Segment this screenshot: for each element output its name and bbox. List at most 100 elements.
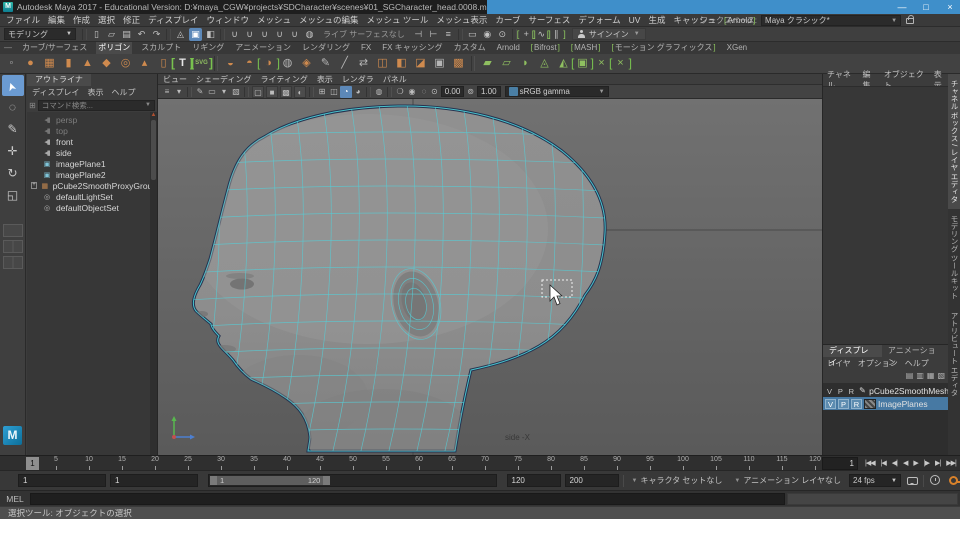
range-slider-track[interactable]: 1 120 [208,474,497,487]
xray-joints-icon[interactable]: ◕ [352,86,364,98]
outliner-item[interactable]: + defaultLightSet [27,191,157,202]
poly-svg-icon[interactable]: SVG [190,55,213,72]
outliner-scrollbar[interactable]: ▲ [150,112,157,455]
time-slider[interactable]: 1 5 10 15 20 25 30 35 40 45 50 55 60 65 70 75 80 85 90 95 1… [0,455,960,471]
shelf-tab[interactable]: Arnold [495,42,522,54]
range-slider-bar[interactable]: 1 120 [210,476,331,485]
shelf-tab[interactable]: FX [359,42,373,54]
layer-editor-tab[interactable]: アニメーション [882,345,949,367]
playback-options-icon[interactable] [905,472,919,490]
shadows-icon[interactable]: ❍ [394,86,406,98]
quad-draw-icon[interactable]: ▩ [450,55,467,72]
shelf-popup-icon[interactable]: ◦ [3,55,20,72]
current-time-field[interactable] [822,457,858,470]
panel-menu-icon[interactable]: ≡ [161,86,173,98]
sep[interactable] [387,86,392,97]
snap-grid-icon[interactable]: ∪ [228,28,241,41]
viewport-menu-item[interactable]: シェーディング [196,74,251,85]
animation-layer-dropdown[interactable]: ▼ アニメーション レイヤなし [730,474,845,487]
shelf-tab[interactable]: レンダリング [300,42,352,54]
make-live-icon[interactable]: ◍ [303,28,316,41]
step-back-frame-button[interactable]: |◀ [878,456,889,471]
sep[interactable] [457,28,463,40]
sign-in-button[interactable]: サインイン ▼ [571,28,646,40]
shelf-tab[interactable]: カスタム [452,42,488,54]
scroll-up-icon[interactable]: ▲ [150,112,157,119]
rotate-tool-icon[interactable] [2,163,24,184]
layer-move-up-icon[interactable]: ▤ [906,371,914,380]
command-input[interactable] [30,492,785,505]
outliner-item[interactable]: + defaultObjectSet [27,202,157,213]
sep[interactable] [166,28,171,40]
shelf-collapse-icon[interactable]: — [4,42,12,54]
combine-icon[interactable]: ◒ [222,55,239,72]
layer-editor-menu-item[interactable]: ヘルプ [905,358,929,369]
poly-cube-icon[interactable]: ▦ [41,55,58,72]
layer-editor-menu-item[interactable]: レイヤ [827,358,851,369]
grease-pencil-icon[interactable]: ✎ [194,86,206,98]
maximize-button[interactable]: □ [920,0,932,14]
field-chart-icon[interactable]: ◫ [328,86,340,98]
outliner-item[interactable]: + persp [27,114,157,125]
sidebar-tab[interactable]: モデリング ツールキット [948,209,960,306]
fps-dropdown[interactable]: 24 fps ▼ [849,474,901,487]
workspace-lock-icon[interactable] [906,14,915,24]
snap-view-icon[interactable]: ∪ [288,28,301,41]
layer-visible-toggle[interactable]: V [825,398,836,409]
menu-item[interactable]: ディスプレイ [148,14,198,26]
animation-end-field[interactable] [564,474,619,487]
scrollbar-thumb[interactable] [151,120,156,180]
shelf-tab[interactable]: モーション グラフィックス [610,42,718,54]
layer-reference-toggle[interactable]: R [847,386,856,396]
redo-icon[interactable]: ↷ [150,28,163,41]
layout-single-pane-button[interactable] [2,224,23,237]
menu-item[interactable]: ウィンドウ [206,14,249,26]
layer-empty-new-icon[interactable]: ▦ [927,371,935,380]
undo-icon[interactable]: ↶ [135,28,148,41]
mel-toggle-button[interactable]: MEL [0,494,30,504]
shelf-tab[interactable]: ポリゴン [96,42,133,54]
shelf-tab[interactable]: カーブ/サーフェス [20,42,89,54]
channel-box-body[interactable] [823,86,949,344]
menu-item[interactable]: サーフェス [528,14,570,26]
layer-playback-toggle[interactable]: P [838,398,849,409]
layer-row[interactable]: V P R ImagePlanes [823,397,949,410]
shelf-tab[interactable]: スカルプト [139,42,183,54]
menu-item[interactable]: ファイル [6,14,40,26]
poly-sphere-icon[interactable]: ● [22,55,39,72]
layer-swatch-icon[interactable] [858,386,867,396]
viewport-canvas[interactable]: side -X [158,99,822,455]
menu-item[interactable]: 修正 [123,14,140,26]
render-settings-icon[interactable]: ⊙ [496,28,509,41]
textured-icon[interactable]: ▩ [280,85,292,98]
subdiv-proxy-icon[interactable]: ◈ [298,55,315,72]
poly-type-icon[interactable]: T [171,55,194,72]
separate-icon[interactable]: ◓ [241,55,258,72]
lasso-tool-icon[interactable] [2,97,24,118]
boolean-icon[interactable]: ▣ [431,55,448,72]
shelf-tab[interactable]: リギング [190,42,226,54]
menu-item[interactable]: メッシュの編集 [299,14,359,26]
viewport-menu-item[interactable]: ビュー [163,74,187,85]
sep[interactable] [244,86,249,97]
animation-start-field[interactable] [18,474,106,487]
construction-history-icon[interactable]: ≡ [442,28,455,41]
menu-item[interactable]: デフォーム [578,14,620,26]
outliner-menu-item[interactable]: ヘルプ [111,87,135,98]
bookmark-icon[interactable]: ▾ [218,86,230,98]
expand-icon[interactable]: + [31,182,37,189]
outliner-item[interactable]: + top [27,125,157,136]
connect-icon[interactable]: ⇄ [355,55,372,72]
xray-icon[interactable]: ◔ [340,85,352,98]
mirror-icon[interactable]: ◑ [257,55,280,72]
layer-editor-menu-item[interactable]: オプション [858,358,898,369]
viewport-menu-item[interactable]: パネル [383,74,407,85]
auto-keyframe-clock-icon[interactable] [928,472,942,490]
next-frame-button[interactable]: ▶| [932,456,943,471]
select-hierarchy-icon[interactable]: ◬ [174,28,187,41]
select-object-icon[interactable]: ▣ [189,27,202,41]
menu-item[interactable]: 作成 [73,14,90,26]
live-surface-indicator[interactable]: ライブ サーフェスなし [323,29,405,40]
move-tool-icon[interactable] [2,141,24,162]
menu-item[interactable]: 生成 [648,14,665,26]
